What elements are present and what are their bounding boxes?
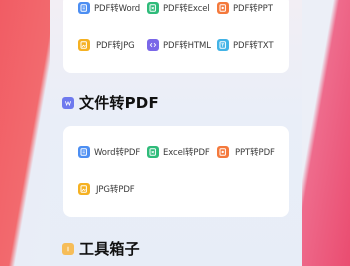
ppt-doc-icon (217, 2, 229, 14)
word-to-pdf-label: Word转PDF (94, 148, 141, 158)
pdf-to-jpg-label: PDF转JPG (96, 41, 135, 51)
word-doc-icon (78, 146, 90, 158)
pdf-to-ppt-button[interactable]: PDF转PPT (217, 0, 273, 16)
html-doc-icon (147, 39, 159, 51)
section-title: 文件转PDF (79, 94, 159, 112)
section-title: 工具箱子 (79, 240, 140, 258)
pdf-to-txt-label: PDF转TXT (233, 41, 274, 51)
pdf-convert-card: PDF转Word PDF转Excel PDF转PPT PDF转JPG PDF转H… (63, 0, 289, 73)
pdf-to-excel-label: PDF转Excel (163, 4, 210, 14)
ppt-to-pdf-label: PPT转PDF (235, 148, 275, 158)
word-doc-icon (78, 2, 90, 14)
pdf-to-word-button[interactable]: PDF转Word (78, 0, 140, 16)
pdf-to-excel-button[interactable]: PDF转Excel (147, 0, 210, 16)
ppt-doc-icon (217, 146, 229, 158)
pdf-to-word-label: PDF转Word (94, 4, 141, 14)
excel-doc-icon (147, 146, 159, 158)
pdf-to-html-label: PDF转HTML (163, 41, 211, 51)
file-to-pdf-card: Word转PDF Excel转PDF PPT转PDF JPG转PDF (63, 126, 289, 217)
image-doc-icon (78, 183, 90, 195)
excel-to-pdf-label: Excel转PDF (163, 148, 210, 158)
toolbox-section-header: 工具箱子 (62, 238, 140, 259)
toolbox-icon (62, 242, 74, 255)
txt-doc-icon (217, 39, 229, 51)
pdf-to-jpg-button[interactable]: PDF转JPG (78, 37, 135, 53)
pdf-to-txt-button[interactable]: PDF转TXT (217, 37, 274, 53)
ppt-to-pdf-button[interactable]: PPT转PDF (217, 144, 275, 160)
jpg-to-pdf-button[interactable]: JPG转PDF (78, 181, 135, 197)
word-badge-icon (62, 96, 74, 109)
file-to-pdf-section-header: 文件转PDF (62, 92, 159, 113)
excel-doc-icon (147, 2, 159, 14)
jpg-to-pdf-label: JPG转PDF (96, 185, 135, 195)
image-doc-icon (78, 39, 90, 51)
excel-to-pdf-button[interactable]: Excel转PDF (147, 144, 210, 160)
pdf-to-ppt-label: PDF转PPT (233, 4, 273, 14)
word-to-pdf-button[interactable]: Word转PDF (78, 144, 140, 160)
pdf-to-html-button[interactable]: PDF转HTML (147, 37, 211, 53)
